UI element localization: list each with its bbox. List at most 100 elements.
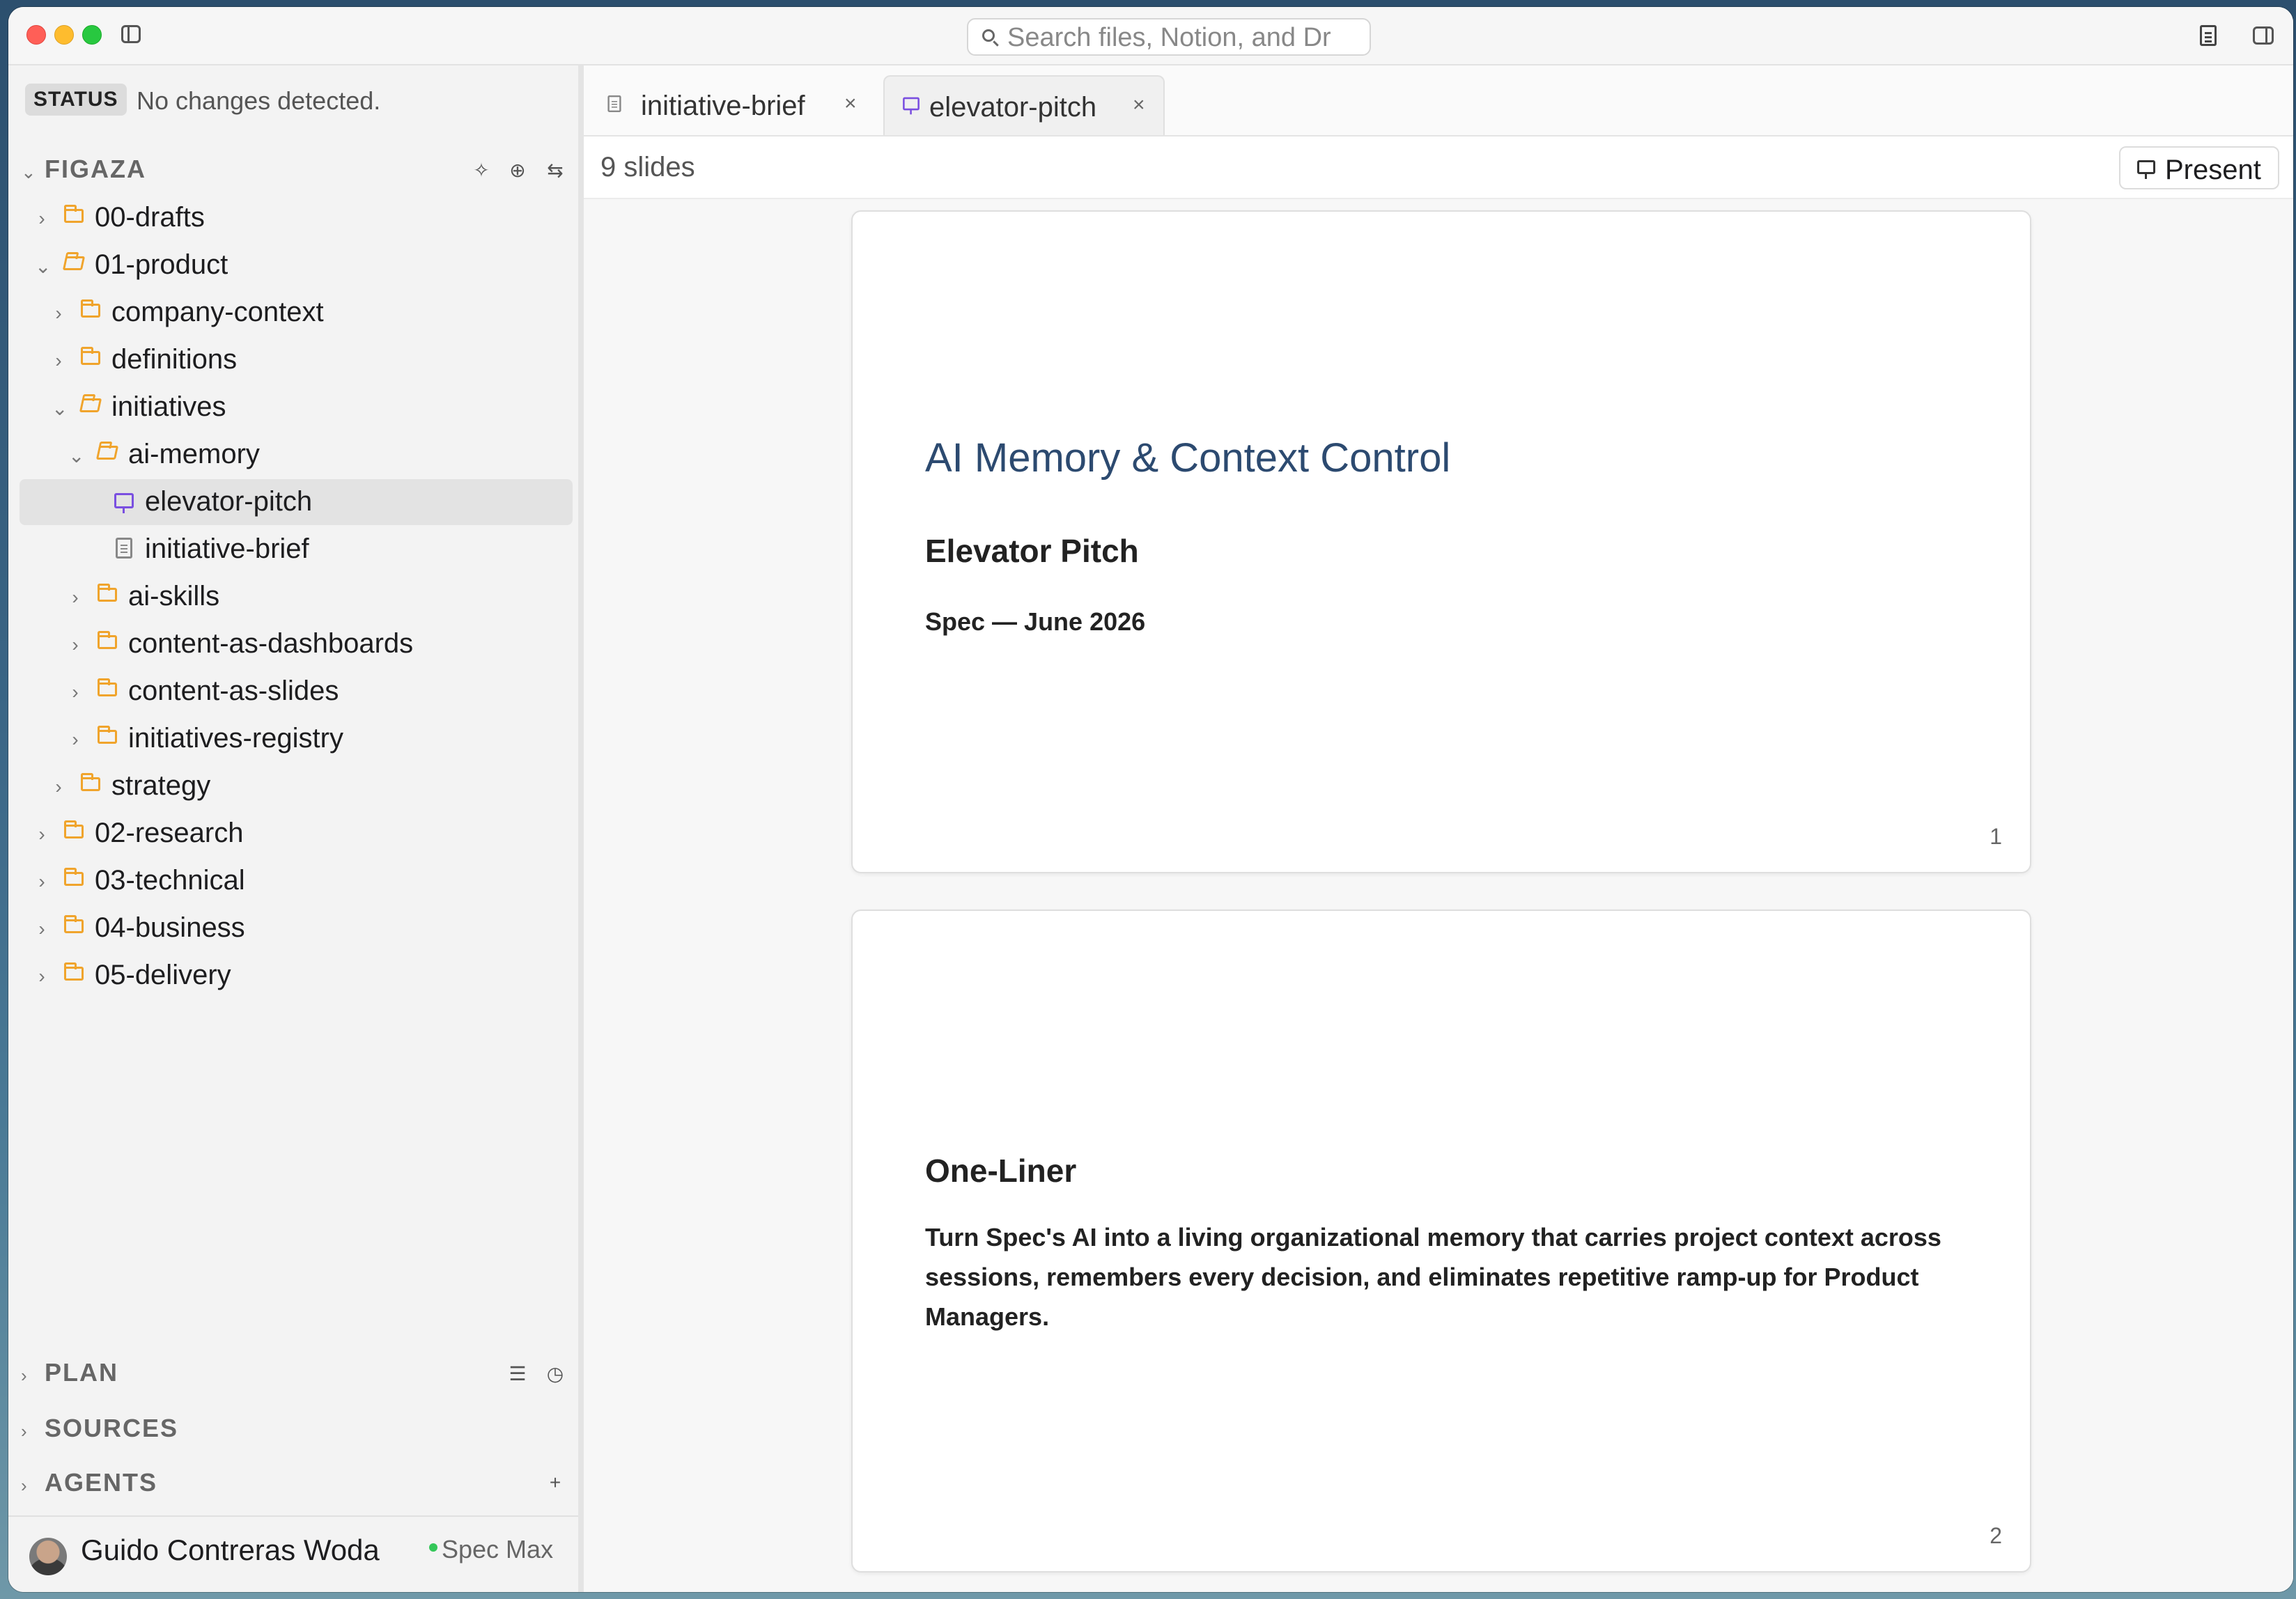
tree-item-label: 04-business [95, 912, 245, 943]
tree-item-label: content-as-slides [128, 676, 339, 706]
slide-1[interactable]: AI Memory & Context Control Elevator Pit… [851, 210, 2031, 873]
presentation-icon [114, 493, 134, 513]
user-name: Guido Contreras Woda [81, 1534, 380, 1566]
user-bar[interactable]: Guido Contreras Woda Spec Max [8, 1515, 578, 1592]
zoom-window-button[interactable] [82, 25, 102, 45]
slide-2[interactable]: One-Liner Turn Spec's AI into a living o… [851, 910, 2031, 1573]
close-icon[interactable]: × [844, 92, 857, 116]
status-dot [429, 1543, 437, 1552]
folder-icon [81, 299, 100, 318]
slide-body: Turn Spec's AI into a living organizatio… [925, 1223, 1941, 1331]
tree-item-ai-memory[interactable]: ⌄ ai-memory [20, 432, 573, 478]
tab-initiative-brief[interactable]: initiative-brief × [584, 75, 867, 135]
chevron-right-icon: › [21, 1421, 27, 1442]
tree-item-label: 00-drafts [95, 202, 205, 233]
new-file-icon[interactable]: ⊕ [509, 161, 527, 180]
tree-item-label: 01-product [95, 249, 228, 280]
close-window-button[interactable] [26, 25, 46, 45]
document-icon [116, 538, 132, 559]
tree-item-04-business[interactable]: › 04-business [20, 905, 573, 951]
tree-item-content-as-slides[interactable]: › content-as-slides [20, 669, 573, 715]
plan-label: Spec Max [442, 1535, 554, 1563]
tree-item-ai-skills[interactable]: › ai-skills [20, 574, 573, 620]
minimize-window-button[interactable] [54, 25, 74, 45]
tree-item-initiative-brief[interactable]: initiative-brief [20, 526, 573, 572]
chevron-down-icon: ⌄ [52, 398, 68, 419]
sparkle-icon[interactable]: ✧ [472, 161, 490, 180]
status-badge: STATUS [25, 84, 127, 116]
folder-icon [98, 584, 117, 602]
search-icon [982, 29, 995, 42]
tree-item-label: 02-research [95, 818, 244, 848]
tab-label: initiative-brief [641, 91, 805, 121]
tree-item-content-as-dashboards[interactable]: › content-as-dashboards [20, 621, 573, 667]
swap-icon[interactable]: ⇆ [546, 161, 564, 180]
sources-section-title: SOURCES [45, 1414, 179, 1442]
agents-section-title: AGENTS [45, 1468, 158, 1497]
chevron-right-icon: › [21, 1475, 27, 1496]
title-bar [8, 7, 2293, 65]
chevron-right-icon: › [72, 586, 79, 608]
slides-canvas: AI Memory & Context Control Elevator Pit… [584, 199, 2293, 1592]
slide-subtitle: Spec — June 2026 [925, 607, 1146, 636]
chevron-right-icon: › [38, 823, 45, 845]
search-box[interactable] [967, 18, 1371, 56]
tree-item-strategy[interactable]: › strategy [20, 763, 573, 809]
workspace-title: FIGAZA [45, 155, 146, 183]
tree-item-01-product[interactable]: ⌄ 01-product [20, 242, 573, 288]
slides-toolbar: 9 slides Present [584, 136, 2293, 199]
chevron-right-icon: › [38, 208, 45, 229]
tree-item-label: company-context [111, 297, 324, 327]
tree-item-elevator-pitch[interactable]: elevator-pitch [20, 479, 573, 525]
tree-item-label: content-as-dashboards [128, 628, 414, 659]
search-input[interactable] [1007, 24, 1356, 51]
tree-item-initiatives-registry[interactable]: › initiatives-registry [20, 716, 573, 762]
tree-item-label: 03-technical [95, 865, 245, 896]
document-icon[interactable] [2200, 25, 2217, 46]
tree-item-03-technical[interactable]: › 03-technical [20, 858, 573, 904]
tree-item-label: initiatives [111, 391, 226, 422]
tab-label: elevator-pitch [929, 92, 1097, 123]
close-icon[interactable]: × [1133, 93, 1145, 117]
tree-item-company-context[interactable]: › company-context [20, 290, 573, 336]
slide-heading: Elevator Pitch [925, 533, 1139, 569]
chevron-right-icon: › [72, 634, 79, 655]
checklist-icon[interactable]: ☰ [509, 1364, 527, 1384]
folder-icon [64, 915, 84, 933]
plan-section-header[interactable]: › PLAN ☰ ◷ [8, 1352, 578, 1394]
folder-icon [64, 205, 84, 223]
folder-icon [98, 726, 117, 744]
avatar[interactable] [29, 1538, 67, 1575]
tab-bar: initiative-brief × elevator-pitch × [584, 65, 2293, 136]
tree-item-00-drafts[interactable]: › 00-drafts [20, 195, 573, 241]
presentation-icon [903, 97, 920, 115]
sidebar: STATUS No changes detected. ⌄ FIGAZA ✧ ⊕… [8, 65, 584, 1592]
chevron-right-icon: › [21, 1365, 27, 1386]
folder-icon [64, 820, 84, 838]
chevron-down-icon: ⌄ [21, 162, 36, 182]
tree-item-05-delivery[interactable]: › 05-delivery [20, 953, 573, 999]
folder-icon [98, 678, 117, 696]
chevron-right-icon: › [38, 871, 45, 892]
tree-item-initiatives[interactable]: ⌄ initiatives [20, 384, 573, 430]
slide-title: AI Memory & Context Control [925, 435, 1451, 481]
sources-section-header[interactable]: › SOURCES [8, 1408, 578, 1450]
panel-toggle-icon[interactable] [2253, 26, 2274, 45]
workspace-header[interactable]: ⌄ FIGAZA ✧ ⊕ ⇆ [8, 149, 578, 191]
tree-item-label: elevator-pitch [145, 486, 313, 517]
document-icon [607, 95, 621, 112]
tab-elevator-pitch[interactable]: elevator-pitch × [883, 75, 1165, 135]
tree-item-02-research[interactable]: › 02-research [20, 811, 573, 857]
tree-item-label: initiatives-registry [128, 723, 343, 754]
present-button[interactable]: Present [2119, 146, 2279, 189]
history-icon[interactable]: ◷ [546, 1364, 564, 1384]
tree-item-definitions[interactable]: › definitions [20, 337, 573, 383]
tree-item-label: initiative-brief [145, 533, 309, 564]
plan-section-title: PLAN [45, 1358, 118, 1387]
tree-item-label: ai-memory [128, 439, 260, 469]
slide-number: 1 [1989, 824, 2002, 849]
plus-icon[interactable]: + [546, 1473, 564, 1492]
agents-section-header[interactable]: › AGENTS + [8, 1462, 578, 1504]
sidebar-toggle-icon[interactable] [121, 25, 141, 43]
folder-open-icon [62, 256, 86, 270]
